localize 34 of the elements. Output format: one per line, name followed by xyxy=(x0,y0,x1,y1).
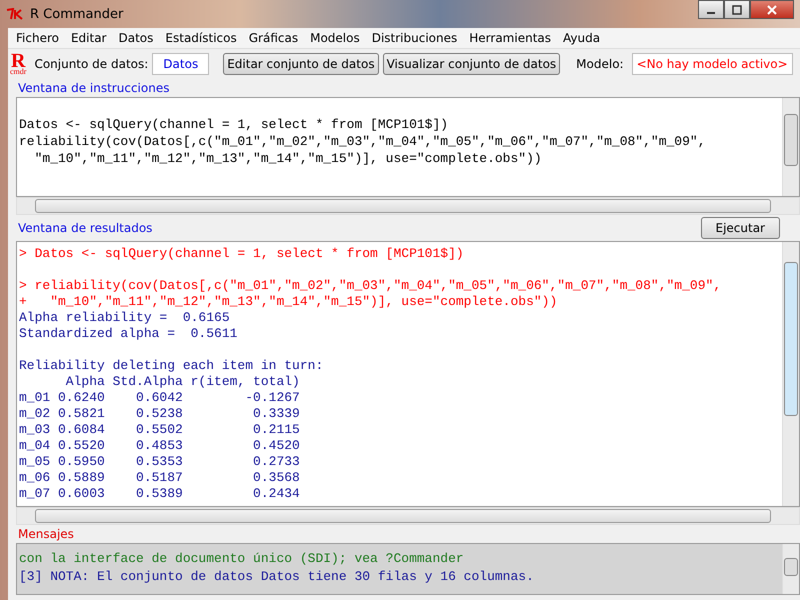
section-label: Ventana de resultados xyxy=(17,220,152,237)
menu-item[interactable]: Modelos xyxy=(304,31,366,45)
menu-item[interactable]: Datos xyxy=(112,31,160,45)
menu-item[interactable]: Editar xyxy=(64,31,112,45)
horizontal-scrollbar[interactable] xyxy=(16,507,800,525)
vertical-scrollbar[interactable] xyxy=(782,98,799,196)
menu-item[interactable]: Ayuda xyxy=(557,31,606,45)
close-icon xyxy=(767,4,777,14)
dataset-label: Conjunto de datos: xyxy=(34,57,148,71)
maximize-button[interactable] xyxy=(724,0,750,19)
menu-item[interactable]: Distribuciones xyxy=(366,31,464,45)
run-button[interactable]: Ejecutar xyxy=(700,217,780,239)
model-label: Modelo: xyxy=(576,57,624,71)
toolbar-button[interactable]: Editar conjunto de datos xyxy=(223,53,379,75)
menu-item[interactable]: Herramientas xyxy=(463,31,558,45)
model-button[interactable]: <No hay modelo activo> xyxy=(632,53,793,75)
menu-item[interactable]: Fichero xyxy=(10,31,65,45)
vertical-scrollbar[interactable] xyxy=(782,242,799,506)
messages-log: con la interface de documento único (SDI); vea ?Commander [3] NOTA: El conjunto de datos Datos tiene 30 filas y 16 columnas. xyxy=(18,550,535,586)
vertical-scrollbar[interactable] xyxy=(782,544,799,594)
menu-item[interactable]: Gráficas xyxy=(242,31,304,45)
maximize-icon xyxy=(732,4,742,14)
tk-feather-icon xyxy=(6,8,24,20)
window-title: R Commander xyxy=(30,6,124,22)
minimize-icon xyxy=(707,12,715,14)
section-label: Ventana de instrucciones xyxy=(17,80,170,97)
dataset-button[interactable]: Datos xyxy=(152,53,210,75)
horizontal-scrollbar[interactable] xyxy=(16,197,800,215)
menu-item[interactable]: Estadísticos xyxy=(159,31,243,45)
section-label: Mensajes xyxy=(17,526,75,543)
output-console: > Datos <- sqlQuery(channel = 1, select * from [MCP101$]) > reliability(cov(Datos[,c("m_01","m_02","m_03","m_04","m_05","m_06","m_07","m_08","m_09", + "m_10","m_11","m_12","m_13","m_14","m_15")], use="complete.obs")) Alpha reliability = 0.6165 Standardized alpha = 0.5611 Reliability deleting each item in turn: Alpha Std.Alpha r(item, total) m_01 0.6240 0.6042 -0.1267 m_02 0.5821 0.5238 0.3339 m_03 0.6084 0.5502 0.2115 m_04 0.5520 0.4853 0.4520 m_05 0.5950 0.5353 0.2733 m_06 0.5889 0.5187 0.3568 m_07 0.6003 0.5389 0.2434 xyxy=(18,245,722,503)
minimize-button[interactable] xyxy=(698,0,724,19)
close-button[interactable] xyxy=(750,0,794,19)
toolbar-button[interactable]: Visualizar conjunto de datos xyxy=(382,53,560,75)
